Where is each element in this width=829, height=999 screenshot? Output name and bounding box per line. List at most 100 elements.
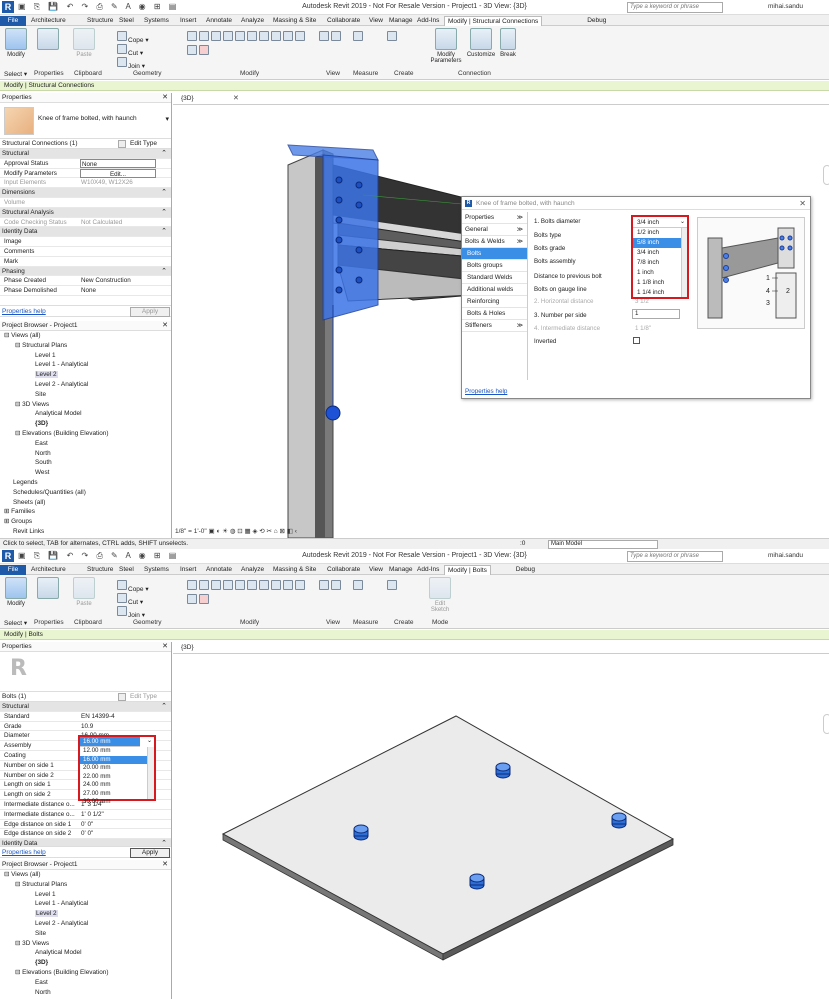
- browser-node[interactable]: ⊟ 3D Views: [0, 939, 171, 949]
- type-selector[interactable]: R: [0, 652, 171, 692]
- scale-label[interactable]: 1/8" = 1'-0": [175, 528, 207, 535]
- modify-parameters-button[interactable]: Modify Parameters: [428, 28, 464, 64]
- browser-node[interactable]: ⊟ Structural Plans: [0, 880, 171, 890]
- browser-node[interactable]: North: [0, 449, 171, 459]
- tab-steel[interactable]: Steel: [116, 16, 137, 26]
- browser-node[interactable]: Level 1 - Analytical: [0, 899, 171, 909]
- dropdown-option[interactable]: 1 inch: [633, 268, 687, 278]
- browser-node[interactable]: Revit Links: [0, 527, 171, 537]
- join-button[interactable]: Join ▾: [116, 605, 145, 619]
- user-name[interactable]: mihai.sandu: [768, 3, 803, 10]
- property-value[interactable]: Edit...: [80, 168, 156, 178]
- browser-node[interactable]: Level 1: [0, 890, 171, 900]
- number-per-side-input[interactable]: 1: [632, 309, 680, 319]
- property-value[interactable]: 0' 0": [80, 820, 156, 829]
- type-selector[interactable]: Knee of frame bolted, with haunch ▾: [0, 103, 171, 139]
- dialog-nav-item[interactable]: Properties ≫: [462, 212, 527, 224]
- dropdown-option[interactable]: 16.00 mm: [80, 755, 148, 764]
- dialog-properties-help-link[interactable]: Properties help: [465, 388, 507, 395]
- modify-tools[interactable]: [186, 30, 312, 58]
- dropdown-option[interactable]: 22.00 mm: [80, 773, 154, 782]
- modify-tools[interactable]: [186, 579, 312, 607]
- tab-add-ins[interactable]: Add-Ins: [414, 565, 442, 575]
- property-category[interactable]: Structural Analysis ⌃: [0, 207, 171, 218]
- browser-node[interactable]: Level 2 - Analytical: [0, 919, 171, 929]
- property-value[interactable]: 0' 0": [80, 829, 156, 838]
- tab-systems[interactable]: Systems: [141, 16, 172, 26]
- collapse-icon[interactable]: ⌃: [161, 208, 167, 216]
- properties-button[interactable]: [36, 28, 60, 52]
- viewcube-edge[interactable]: [823, 165, 829, 185]
- tab-modify-bolts[interactable]: Modify | Bolts: [444, 565, 491, 575]
- tab-architecture[interactable]: Architecture: [28, 565, 69, 575]
- search-input[interactable]: Type a keyword or phrase: [627, 551, 723, 562]
- dialog-nav-item[interactable]: Stiffeners ≫: [462, 320, 527, 332]
- browser-node[interactable]: ⊟ Structural Plans: [0, 341, 171, 351]
- property-category[interactable]: Structural ⌃: [0, 149, 171, 159]
- dropdown-option[interactable]: 1 1/8 inch: [633, 278, 687, 288]
- viewcube-edge[interactable]: [823, 714, 829, 734]
- dropdown-option[interactable]: 7/8 inch: [633, 258, 687, 268]
- collapse-icon[interactable]: ⌃: [161, 267, 167, 275]
- bolts-diameter-selected[interactable]: 3/4 inch: [633, 217, 687, 228]
- break-button[interactable]: Break: [498, 28, 518, 58]
- browser-node[interactable]: ⊟ Elevations (Building Elevation): [0, 968, 171, 978]
- property-value[interactable]: None: [80, 158, 156, 168]
- 3d-canvas[interactable]: [173, 654, 829, 999]
- dialog-nav-item[interactable]: Bolts & Holes: [462, 308, 527, 320]
- select-dropdown[interactable]: Select ▾: [4, 70, 27, 78]
- cope-button[interactable]: Cope ▾: [116, 579, 149, 593]
- dropdown-scrollbar[interactable]: [147, 747, 154, 799]
- dropdown-option[interactable]: 20.00 mm: [80, 764, 154, 773]
- property-value[interactable]: [80, 257, 156, 266]
- dropdown-option[interactable]: 30.00 mm: [80, 798, 154, 807]
- paste-button[interactable]: Paste: [72, 577, 96, 607]
- tab-add-ins[interactable]: Add-Ins: [414, 16, 442, 26]
- tab-collaborate[interactable]: Collaborate: [324, 16, 363, 26]
- browser-node[interactable]: {3D}: [0, 958, 171, 968]
- bolts-diameter-dropdown[interactable]: 3/4 inch ⌄ 1/2 inch 5/8 inch 3/4 inch 7/8 i…: [631, 215, 689, 299]
- browser-node[interactable]: North: [0, 988, 171, 998]
- browser-node[interactable]: ⊟ Views (all): [0, 331, 171, 341]
- property-value[interactable]: 10.9: [80, 722, 156, 731]
- diameter-selected[interactable]: 16.00 mm: [80, 737, 140, 747]
- measure-tools[interactable]: [352, 30, 382, 44]
- close-icon[interactable]: ✕: [233, 94, 239, 102]
- collapse-icon[interactable]: ⌃: [161, 839, 167, 846]
- select-dropdown[interactable]: Select ▾: [4, 619, 27, 627]
- edit-sketch-button[interactable]: Edit Sketch: [428, 577, 452, 613]
- edit-type-button[interactable]: Edit Type: [130, 140, 157, 147]
- tab-view[interactable]: View: [366, 565, 386, 575]
- dropdown-option[interactable]: 1/2 inch: [633, 228, 687, 238]
- browser-node[interactable]: Analytical Model: [0, 409, 171, 419]
- property-category[interactable]: Identity Data ⌃: [0, 227, 171, 238]
- cut-button[interactable]: Cut ▾: [116, 592, 143, 606]
- property-category[interactable]: Dimensions ⌃: [0, 188, 171, 198]
- cut-button[interactable]: Cut ▾: [116, 43, 143, 57]
- dialog-nav-item[interactable]: General ≫: [462, 224, 527, 236]
- tab-systems[interactable]: Systems: [141, 565, 172, 575]
- browser-node[interactable]: Level 2: [0, 370, 171, 380]
- collapse-icon[interactable]: ⌃: [161, 149, 167, 157]
- dialog-nav-item[interactable]: Additional welds: [462, 284, 527, 296]
- tab-annotate[interactable]: Annotate: [203, 16, 235, 26]
- instance-filter[interactable]: Structural Connections (1) Edit Type: [0, 139, 171, 149]
- tab-architecture[interactable]: Architecture: [28, 16, 69, 26]
- browser-node[interactable]: ⊞ Groups: [0, 517, 171, 527]
- dropdown-option[interactable]: 5/8 inch: [633, 238, 687, 248]
- browser-node[interactable]: Legends: [0, 478, 171, 488]
- browser-node[interactable]: Level 2 - Analytical: [0, 380, 171, 390]
- tab-insert[interactable]: Insert: [177, 565, 199, 575]
- property-category[interactable]: Identity Data ⌃: [0, 839, 171, 846]
- apply-button[interactable]: Apply: [130, 307, 170, 317]
- tab-structure[interactable]: Structure: [84, 16, 116, 26]
- tab-manage[interactable]: Manage: [386, 16, 416, 26]
- close-icon[interactable]: ✕: [162, 860, 168, 868]
- tab-annotate[interactable]: Annotate: [203, 565, 235, 575]
- browser-node[interactable]: Schedules/Quantities (all): [0, 488, 171, 498]
- browser-node[interactable]: ⊟ 3D Views: [0, 400, 171, 410]
- dialog-nav-item[interactable]: Bolts: [462, 248, 527, 260]
- properties-help-link[interactable]: Properties help: [2, 849, 46, 856]
- paste-button[interactable]: Paste: [72, 28, 96, 58]
- browser-node[interactable]: Site: [0, 390, 171, 400]
